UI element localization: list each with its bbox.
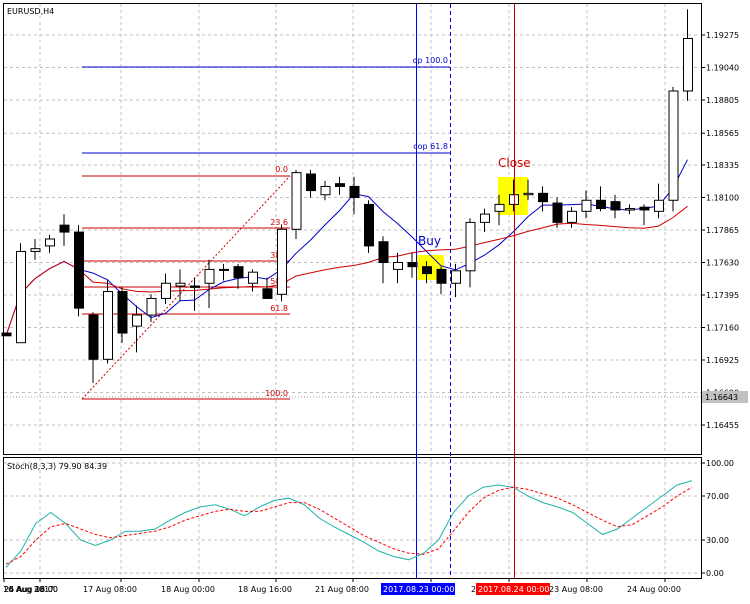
candle bbox=[277, 225, 287, 302]
buy-time-label: 2017.08.23 00:00 bbox=[383, 585, 454, 594]
candle-body-bull bbox=[683, 37, 693, 92]
metatrader-chart-window[interactable]: op 100.0 cop 61.8 0.0 23.6 38.2 50.0 61.… bbox=[0, 0, 750, 600]
price-tick-label: 1.19275 bbox=[706, 31, 739, 40]
candle-body-bull bbox=[465, 221, 476, 272]
time-tick-label: 23 Aug 08:00 bbox=[549, 585, 603, 594]
time-tick-label: 21 Aug 08:00 bbox=[315, 585, 369, 594]
candle-body-bear bbox=[378, 241, 389, 264]
candle-body-bull bbox=[567, 210, 577, 223]
time-tick-label: 18 Aug 16:00 bbox=[238, 585, 292, 594]
price-tick-label: 1.17395 bbox=[706, 291, 739, 300]
stoch-indicator-label: Stoch(8,3,3) 79.90 84.39 bbox=[7, 462, 107, 471]
candle bbox=[364, 200, 374, 253]
fib-label-23-6: 23.6 bbox=[270, 218, 288, 227]
candle-body-bull bbox=[581, 199, 592, 212]
price-tick-label: 1.18805 bbox=[706, 96, 739, 105]
candle-body-bear bbox=[639, 206, 650, 211]
candle-body-bull bbox=[277, 228, 287, 295]
candle-body-bull bbox=[45, 238, 55, 247]
candle-body-bear bbox=[538, 192, 548, 203]
candle-body-bull bbox=[320, 185, 331, 196]
stoch-axis: 100.00 70.00 30.00 0.00 bbox=[701, 459, 734, 578]
candle-body-bear bbox=[552, 202, 563, 223]
candle-body-bull bbox=[132, 314, 142, 327]
candle bbox=[668, 86, 679, 212]
candle-body-bear bbox=[262, 288, 273, 299]
candle-body-bull bbox=[103, 291, 113, 360]
price-tick-label: 1.18335 bbox=[706, 161, 739, 170]
stoch-tick-label: 30.00 bbox=[706, 536, 729, 545]
time-axis: 16 Aug 2017 17 Aug 08:00 18 Aug 00:00 18 Au… bbox=[3, 578, 681, 594]
candle-body-bull bbox=[393, 262, 403, 270]
candle-body-bull bbox=[16, 250, 26, 344]
candle-body-bull bbox=[248, 271, 258, 284]
time-tick-label: 17 Aug 08:00 bbox=[83, 585, 137, 594]
candle-body-bull bbox=[146, 297, 157, 316]
stoch-tick-label: 70.00 bbox=[706, 492, 729, 501]
buy-annotation: Buy bbox=[418, 234, 441, 248]
candle-body-bear bbox=[59, 224, 70, 233]
candle-body-bear bbox=[596, 199, 606, 210]
stoch-tick-label: 100.00 bbox=[706, 459, 734, 468]
price-tick-label: 1.17865 bbox=[706, 226, 739, 235]
expansion-label-cop618: cop 61.8 bbox=[413, 142, 448, 151]
close-time-label: 2017.08.24 00:00 bbox=[478, 585, 549, 594]
fib-label-0: 0.0 bbox=[275, 165, 288, 174]
candle-body-bull bbox=[480, 213, 490, 223]
candle-body-bear bbox=[117, 291, 128, 334]
symbol-timeframe-label: EURUSD,H4 bbox=[7, 7, 54, 16]
candle-body-bull bbox=[291, 172, 302, 230]
candle-body-bear bbox=[233, 266, 244, 279]
candle-body-bear bbox=[306, 173, 316, 192]
candle-body-bear bbox=[88, 314, 99, 360]
candle-body-bull bbox=[523, 192, 534, 196]
candle-body-bear bbox=[349, 185, 360, 199]
close-annotation: Close bbox=[498, 156, 531, 170]
candle-body-bull bbox=[494, 203, 505, 212]
candle-body-bull bbox=[625, 208, 635, 211]
candle-body-bear bbox=[1, 332, 12, 337]
candle bbox=[16, 243, 26, 344]
candle-body-bull bbox=[161, 282, 171, 299]
chart-canvas[interactable]: op 100.0 cop 61.8 0.0 23.6 38.2 50.0 61.… bbox=[0, 0, 750, 600]
price-tick-label: 1.18565 bbox=[706, 129, 739, 138]
price-tick-label: 1.16925 bbox=[706, 356, 739, 365]
price-tick-label: 1.18100 bbox=[706, 194, 739, 203]
time-tick-label: 18 Aug 00:00 bbox=[161, 585, 215, 594]
candle-body-bear bbox=[335, 183, 345, 187]
time-tick-label: 25 Aug 08:00 bbox=[4, 585, 58, 594]
price-tick-label: 1.17630 bbox=[706, 259, 739, 268]
candle-body-bear bbox=[422, 266, 432, 275]
candle-body-bull bbox=[654, 199, 664, 212]
candle-body-bull bbox=[451, 270, 461, 284]
candle bbox=[74, 225, 84, 317]
price-tick-label: 1.16455 bbox=[706, 421, 739, 430]
candle-body-bear bbox=[407, 262, 418, 268]
price-axis: 1.19275 1.19040 1.18805 1.18565 1.18335 1.181… bbox=[701, 31, 739, 430]
candle-body-bull bbox=[30, 248, 41, 252]
fib-label-61-8: 61.8 bbox=[270, 304, 288, 313]
candle-body-bear bbox=[436, 268, 447, 284]
candle bbox=[103, 280, 113, 364]
price-tick-label: 1.19040 bbox=[706, 64, 739, 73]
candle-body-bull bbox=[175, 282, 186, 287]
candle-body-bull bbox=[204, 268, 215, 284]
candle-body-bull bbox=[219, 268, 229, 271]
candle bbox=[291, 169, 302, 239]
current-price-value: 1.16643 bbox=[705, 393, 738, 402]
candle-body-bear bbox=[610, 201, 621, 211]
candle-body-bull bbox=[668, 90, 679, 201]
expansion-label-op100: op 100.0 bbox=[413, 56, 448, 65]
candle-body-bear bbox=[74, 231, 84, 309]
candle bbox=[1, 332, 12, 337]
stoch-tick-label: 0.00 bbox=[706, 569, 724, 578]
time-tick-label: 24 Aug 00:00 bbox=[627, 585, 681, 594]
candle-body-bear bbox=[190, 285, 200, 288]
candle-body-bear bbox=[364, 203, 374, 247]
price-tick-label: 1.17160 bbox=[706, 324, 739, 333]
